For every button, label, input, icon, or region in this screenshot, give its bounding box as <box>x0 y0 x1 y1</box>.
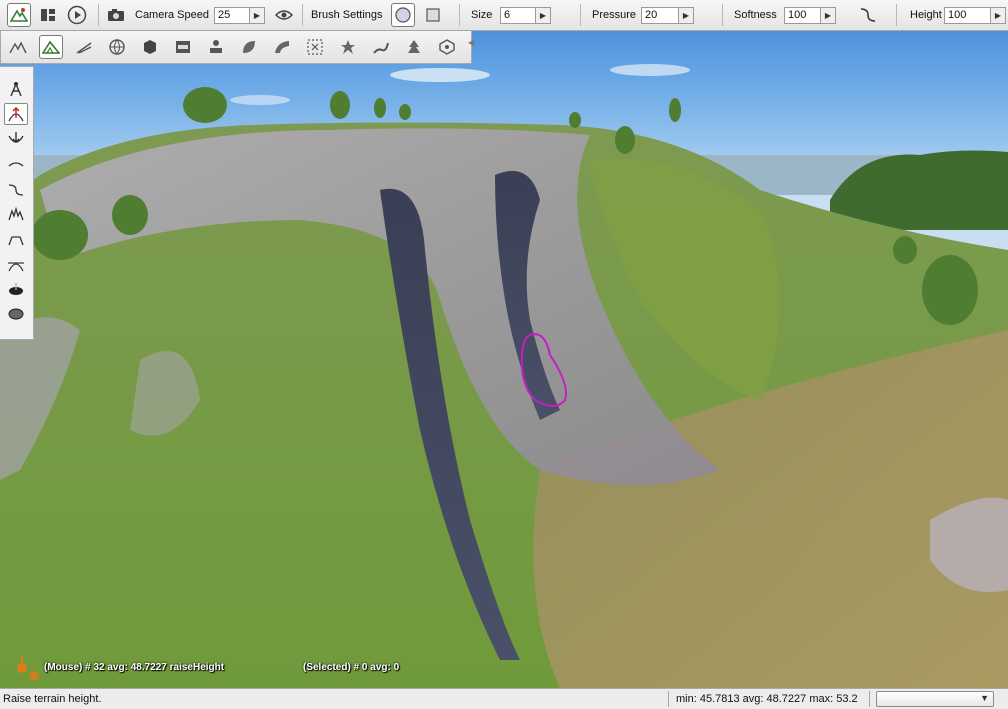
layout-button[interactable] <box>36 3 60 27</box>
decal-icon <box>341 40 355 54</box>
status-bar: Raise terrain height. min: 45.7813 avg: … <box>0 688 1008 709</box>
selection-button[interactable] <box>303 35 327 59</box>
smooth-slope-button[interactable] <box>4 178 28 200</box>
camera-speed-spinner[interactable]: 25 ▶ <box>214 7 265 24</box>
road-tool-icon <box>76 42 92 54</box>
height-stats: min: 45.7813 avg: 48.7227 max: 53.2 <box>676 693 858 705</box>
terrain-editor-button[interactable] <box>6 35 30 59</box>
world-button[interactable] <box>105 35 129 59</box>
softness-spinner[interactable]: 100 ▶ <box>784 7 836 24</box>
lower-height-button[interactable] <box>4 128 28 150</box>
river-icon <box>373 42 389 54</box>
terrain-painter-button[interactable] <box>39 35 63 59</box>
navmesh-icon <box>439 39 455 55</box>
object-editor-icon <box>210 40 222 53</box>
smooth-slope-icon <box>8 184 24 196</box>
object-box-button[interactable] <box>138 35 162 59</box>
size-spinner[interactable]: 6 ▶ <box>500 7 551 24</box>
spinner-arrow-icon[interactable]: ▶ <box>990 8 1005 23</box>
size-value[interactable]: 6 <box>501 8 535 23</box>
camera-icon <box>108 9 124 21</box>
pressure-spinner[interactable]: 20 ▶ <box>641 7 694 24</box>
forest-icon <box>408 40 420 53</box>
spinner-arrow-icon[interactable]: ▶ <box>820 8 835 23</box>
navmesh-button[interactable] <box>435 35 459 59</box>
camera-button[interactable] <box>104 3 128 27</box>
terrain-painter-icon <box>42 40 60 54</box>
size-label: Size <box>471 9 493 21</box>
mouse-info-text: (Mouse) # 32 avg: 48.7227 raiseHeight <box>44 662 225 673</box>
selected-info-text: (Selected) # 0 avg: 0 <box>303 662 400 673</box>
spinner-arrow-icon[interactable]: ▶ <box>249 8 264 23</box>
road-tool-button[interactable] <box>72 35 96 59</box>
pressure-value[interactable]: 20 <box>642 8 678 23</box>
toolbar-grip-icon[interactable]: ◀ <box>468 38 474 56</box>
play-icon <box>67 5 87 25</box>
smooth-icon <box>8 162 24 167</box>
mountain-icon <box>10 8 28 22</box>
play-button[interactable] <box>65 3 89 27</box>
mesh-road-button[interactable] <box>270 35 294 59</box>
flatten-icon <box>8 236 24 246</box>
data-icon <box>176 41 190 53</box>
adjust-height-button[interactable] <box>4 253 28 275</box>
decal-button[interactable] <box>336 35 360 59</box>
terrain-mode-button[interactable] <box>7 3 31 27</box>
forest-button[interactable] <box>402 35 426 59</box>
paint-noise-button[interactable] <box>4 203 28 225</box>
terrain-editor-icon <box>9 41 27 54</box>
clear-terrain-icon <box>9 283 23 295</box>
lower-height-icon <box>8 132 24 143</box>
softness-value[interactable]: 100 <box>785 8 820 23</box>
camera-speed-value[interactable]: 25 <box>215 8 249 23</box>
flatten-button[interactable] <box>4 228 28 250</box>
paint-noise-icon <box>8 206 24 221</box>
selection-icon <box>307 39 323 55</box>
softness-label: Softness <box>734 9 777 21</box>
height-value[interactable]: 100 <box>945 8 990 23</box>
circle-brush-button[interactable] <box>391 3 415 27</box>
pressure-label: Pressure <box>592 9 637 21</box>
camera-speed-label: Camera Speed <box>135 9 209 21</box>
object-editor-button[interactable] <box>204 35 228 59</box>
status-dropdown[interactable]: ▼ <box>876 691 994 707</box>
eye-icon <box>275 10 293 20</box>
editor-toolbar <box>0 31 472 64</box>
square-brush-button[interactable] <box>421 3 445 27</box>
spinner-arrow-icon[interactable]: ▶ <box>535 8 550 23</box>
raise-height-button[interactable] <box>4 103 28 125</box>
status-message: Raise terrain height. <box>3 693 102 705</box>
window-layout-icon <box>41 9 55 21</box>
softness-curve-button[interactable] <box>856 3 880 27</box>
leaf-icon <box>243 41 255 53</box>
terrain-scene <box>0 64 1008 688</box>
clear-terrain-button[interactable] <box>4 278 28 300</box>
spinner-arrow-icon[interactable]: ▶ <box>678 8 693 23</box>
paint-material-button[interactable] <box>4 303 28 325</box>
object-box-icon <box>144 40 156 54</box>
circle-brush-icon <box>395 7 411 23</box>
visibility-button[interactable] <box>272 3 296 27</box>
chevron-down-icon: ▼ <box>980 693 989 703</box>
main-toolbar: Camera Speed 25 ▶ Brush Settings Size 6 … <box>0 0 1008 31</box>
smooth-button[interactable] <box>4 153 28 175</box>
square-brush-icon <box>426 8 440 22</box>
height-label: Height <box>910 9 942 21</box>
data-button[interactable] <box>171 35 195 59</box>
world-icon <box>109 39 125 55</box>
raise-height-icon <box>8 106 24 122</box>
terrain-tool-palette <box>0 66 34 340</box>
adjust-height-icon <box>8 262 24 272</box>
brush-settings-label: Brush Settings <box>311 9 383 21</box>
curve-icon <box>860 8 876 22</box>
terrain-viewport[interactable]: (Mouse) # 32 avg: 48.7227 raiseHeight (S… <box>0 0 1008 688</box>
select-tool-icon <box>10 82 22 97</box>
leaf-button[interactable] <box>237 35 261 59</box>
mesh-road-icon <box>275 41 289 53</box>
paint-material-icon <box>8 308 24 320</box>
river-button[interactable] <box>369 35 393 59</box>
height-spinner[interactable]: 100 ▶ <box>944 7 1006 24</box>
select-tool-button[interactable] <box>4 78 28 100</box>
